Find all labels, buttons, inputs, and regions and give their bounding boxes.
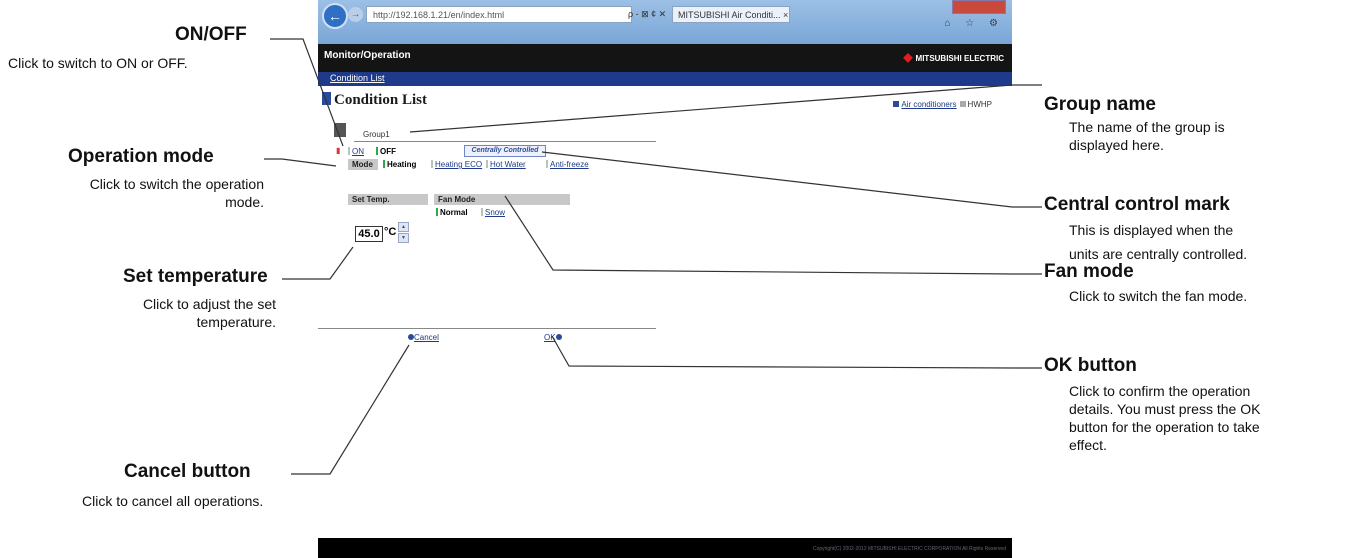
fan-normal-label: Normal (440, 208, 468, 217)
on-off-desc: Click to switch to ON or OFF. (8, 55, 188, 71)
nav-bar: Condition List (318, 72, 1012, 86)
unit-icon (334, 123, 346, 137)
ok-button-desc-line1: Click to confirm the operation (1069, 383, 1251, 399)
fan-normal-indicator (436, 208, 438, 216)
toolbar-icons[interactable]: ⌂ ☆ ⚙ (944, 18, 1004, 29)
browser-toolbar: ← → http://192.168.1.21/en/index.html ρ … (318, 0, 1012, 44)
set-temperature-desc-line2: temperature. (196, 314, 276, 330)
window-controls[interactable] (952, 0, 1006, 14)
fan-mode-label: Fan Mode (434, 194, 570, 205)
cancel-button-title: Cancel button (124, 461, 251, 482)
mode-anti-freeze-indicator (546, 160, 548, 168)
mode-heating-eco[interactable]: Heating ECO (431, 160, 482, 169)
app-title: Monitor/Operation (324, 50, 411, 61)
mode-label: Mode (348, 159, 378, 170)
mode-hot-water-label: Hot Water (490, 160, 526, 169)
app-header: Monitor/Operation ◆ MITSUBISHI ELECTRIC (318, 44, 1012, 72)
cancel-label: Cancel (414, 333, 439, 342)
page-title-text: Condition List (334, 92, 427, 108)
group-name: Group1 (363, 130, 390, 139)
mode-hot-water[interactable]: Hot Water (486, 160, 526, 169)
ok-dot-icon (555, 334, 562, 340)
operation-mode-desc-line1: Click to switch the operation (89, 176, 264, 192)
off-button[interactable]: OFF (376, 147, 396, 156)
address-controls[interactable]: ρ - ⊠ ¢ ✕ (628, 6, 666, 23)
group-name-title: Group name (1044, 94, 1156, 115)
mode-heating-label: Heating (387, 160, 417, 169)
mode-heating-eco-indicator (431, 160, 433, 168)
fan-snow-label: Snow (485, 208, 506, 217)
central-control-title: Central control mark (1044, 194, 1230, 215)
central-control-desc: This is displayed when the units are cen… (1069, 218, 1247, 266)
fan-mode-title: Fan mode (1044, 261, 1134, 282)
ok-label: OK (544, 333, 556, 342)
off-label: OFF (380, 147, 396, 156)
operation-mode-desc: Click to switch the operation mode. (0, 175, 264, 211)
ok-button-desc-line3: button for the operation to take (1069, 419, 1260, 435)
mode-heating[interactable]: Heating (383, 160, 416, 169)
mode-heating-indicator (383, 160, 385, 168)
on-button[interactable]: ON (348, 147, 364, 156)
divider-top (354, 141, 656, 142)
ok-button-desc: Click to confirm the operation details. … (1069, 382, 1260, 454)
ok-button[interactable]: OK (544, 333, 562, 342)
temp-down-arrow-icon[interactable]: ▼ (398, 233, 409, 243)
filter-active-icon (893, 101, 900, 107)
page-title: Condition List (322, 92, 427, 109)
divider-bottom (318, 328, 656, 329)
set-temperature-desc: Click to adjust the set temperature. (0, 295, 276, 331)
fan-normal[interactable]: Normal (436, 208, 468, 217)
nav-link-condition-list[interactable]: Condition List (330, 73, 385, 83)
footer-copyright: Copyright(C) 2002-2012 MITSUBISHI ELECTR… (812, 546, 1006, 552)
set-temp-unit: °C (384, 226, 397, 238)
mode-anti-freeze[interactable]: Anti-freeze (546, 160, 589, 169)
central-control-desc-line1: This is displayed when the (1069, 222, 1234, 238)
group-name-desc-line1: The name of the group is (1069, 119, 1225, 135)
filter-inactive-icon (959, 101, 966, 107)
browser-window: ← → http://192.168.1.21/en/index.html ρ … (318, 0, 1012, 558)
ok-button-desc-line4: effect. (1069, 437, 1107, 453)
fan-snow-indicator (481, 208, 483, 216)
off-indicator (376, 147, 378, 155)
on-indicator (348, 147, 350, 155)
back-arrow-icon[interactable]: ← (322, 3, 348, 29)
operation-mode-desc-line2: mode. (225, 194, 264, 210)
group-name-desc-line2: displayed here. (1069, 137, 1164, 153)
set-temp-label: Set Temp. (348, 194, 428, 205)
on-label: ON (352, 147, 364, 156)
group-name-desc: The name of the group is displayed here. (1069, 118, 1225, 154)
address-bar[interactable]: http://192.168.1.21/en/index.html (366, 6, 632, 23)
diamond-logo-icon: ◆ (903, 50, 913, 64)
fan-mode-desc: Click to switch the fan mode. (1069, 288, 1248, 304)
set-temperature-title: Set temperature (123, 266, 268, 287)
mitsubishi-logo: ◆ MITSUBISHI ELECTRIC (903, 50, 1004, 64)
forward-arrow-icon[interactable]: → (348, 7, 363, 22)
browser-tab[interactable]: MITSUBISHI Air Conditi... × (672, 6, 790, 23)
temp-up-arrow-icon[interactable]: ▲ (398, 222, 409, 232)
filter-hwhp[interactable]: HWHP (968, 100, 992, 109)
on-off-icon: ▮ (336, 146, 341, 155)
page-content: Condition List Air conditioners HWHP Grou… (318, 86, 1012, 538)
set-temperature-desc-line1: Click to adjust the set (142, 296, 276, 312)
cancel-button[interactable]: Cancel (408, 333, 439, 342)
cancel-button-desc: Click to cancel all operations. (82, 493, 264, 509)
ok-button-title: OK button (1044, 355, 1137, 376)
fan-snow[interactable]: Snow (481, 208, 505, 217)
mode-heating-eco-label: Heating ECO (435, 160, 483, 169)
mode-anti-freeze-label: Anti-freeze (550, 160, 589, 169)
ok-button-desc-line2: details. You must press the OK (1069, 401, 1261, 417)
logo-text: MITSUBISHI ELECTRIC (915, 54, 1004, 63)
operation-mode-title: Operation mode (68, 146, 214, 167)
filter-air-conditioners[interactable]: Air conditioners (901, 100, 956, 109)
on-off-title: ON/OFF (175, 24, 247, 45)
central-control-mark: Centrally Controlled (464, 145, 546, 157)
set-temp-value: 45.0 (355, 226, 383, 242)
mode-hot-water-indicator (486, 160, 488, 168)
unit-type-filter: Air conditioners HWHP (893, 100, 992, 109)
title-block-icon (322, 92, 331, 105)
